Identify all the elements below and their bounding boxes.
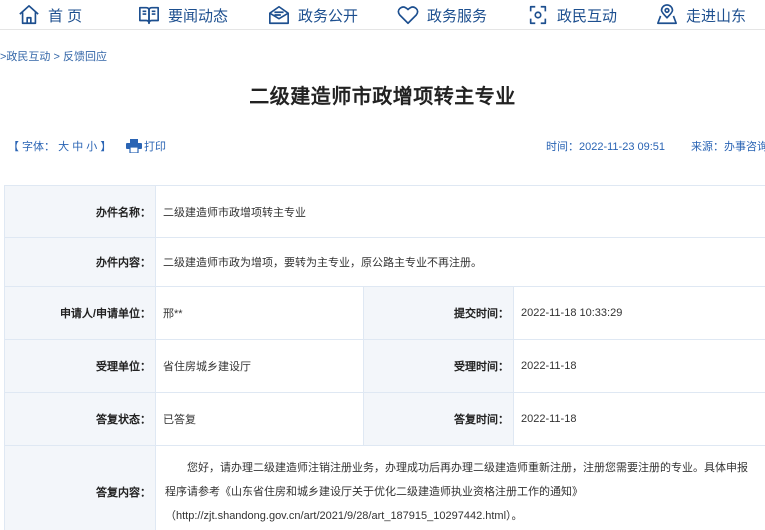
handling-unit-label: 受理单位： xyxy=(4,339,156,393)
time-label: 时间： xyxy=(546,141,579,153)
record-table: 办件名称： 二级建造师市政增项转主专业 办件内容： 二级建造师市政为增项，要转为… xyxy=(4,185,765,530)
reply-content-value: 您好，请办理二级建造师注销注册业务，办理成功后再办理二级建造师重新注册，注册您需… xyxy=(165,462,748,522)
mailbox-icon xyxy=(269,5,289,25)
top-navigation: 首 页 要闻动态 政务公开 政务服务 政民互动 走进山东 xyxy=(0,0,765,30)
heart-icon xyxy=(397,6,419,25)
font-size-small[interactable]: 小 xyxy=(86,141,97,153)
source-value: 办事咨询 xyxy=(724,141,765,153)
item-name-value: 二级建造师市政增项转主专业 xyxy=(154,185,765,238)
reply-time-value: 2022-11-18 xyxy=(512,392,765,446)
nav-item-gov-service[interactable]: 政务服务 xyxy=(397,0,487,30)
table-row: 答复内容： 您好，请办理二级建造师注销注册业务，办理成功后再办理二级建造师重新注… xyxy=(4,445,765,530)
reply-status-value: 已答复 xyxy=(155,392,364,446)
accept-time-label: 受理时间： xyxy=(363,339,514,393)
table-row: 办件内容： 二级建造师市政为增项，要转为主专业，原公路主专业不再注册。 xyxy=(4,237,765,287)
reply-time-label: 答复时间： xyxy=(363,392,514,446)
applicant-value: 邢** xyxy=(155,286,364,340)
print-button[interactable]: 打印 xyxy=(126,138,166,154)
reply-status-label: 答复状态： xyxy=(4,392,156,446)
source-label: 来源： xyxy=(691,141,724,153)
nav-label: 首 页 xyxy=(48,7,83,25)
nav-item-home[interactable]: 首 页 xyxy=(18,0,82,30)
table-row: 办件名称： 二级建造师市政增项转主专业 xyxy=(4,185,765,238)
nav-item-news[interactable]: 要闻动态 xyxy=(138,0,228,30)
font-size-large[interactable]: 大 xyxy=(58,141,69,153)
print-label: 打印 xyxy=(144,141,166,153)
location-map-icon xyxy=(657,4,677,25)
applicant-label: 申请人/申请单位： xyxy=(4,286,156,340)
news-book-icon xyxy=(139,6,159,25)
nav-label: 政民互动 xyxy=(557,7,618,25)
handling-unit-value: 省住房城乡建设厅 xyxy=(155,339,364,393)
content-label: 办件内容： xyxy=(4,237,156,287)
home-icon xyxy=(19,5,39,25)
nav-item-gov-info[interactable]: 政务公开 xyxy=(268,0,358,30)
publish-time: 时间：2022-11-23 09:51 xyxy=(546,138,665,154)
table-row: 答复状态： 已答复 答复时间： 2022-11-18 xyxy=(4,392,765,446)
font-size-label-end: 】 xyxy=(100,141,112,153)
item-name-label: 办件名称： xyxy=(4,185,156,238)
time-value: 2022-11-23 09:51 xyxy=(579,141,666,153)
printer-icon xyxy=(126,139,142,153)
nav-label: 政务公开 xyxy=(298,7,359,25)
nav-label: 要闻动态 xyxy=(168,7,229,25)
submit-time-label: 提交时间： xyxy=(363,286,514,340)
reply-content-label: 答复内容： xyxy=(4,445,156,530)
font-size-label: 【 字体： xyxy=(8,141,56,153)
reply-content-cell: 您好，请办理二级建造师注销注册业务，办理成功后再办理二级建造师重新注册，注册您需… xyxy=(154,445,765,530)
submit-time-value: 2022-11-18 10:33:29 xyxy=(512,286,765,340)
font-size-control: 【 字体： 大 中 小 】 xyxy=(8,138,111,154)
nav-label: 走进山东 xyxy=(686,7,747,25)
accept-time-value: 2022-11-18 xyxy=(512,339,765,393)
table-row: 受理单位： 省住房城乡建设厅 受理时间： 2022-11-18 xyxy=(4,339,765,393)
nav-label: 政务服务 xyxy=(427,7,488,25)
source: 来源：办事咨询 xyxy=(691,138,765,154)
content-value: 二级建造师市政为增项，要转为主专业，原公路主专业不再注册。 xyxy=(154,237,765,287)
breadcrumb[interactable]: >政民互动 > 反馈回应 xyxy=(0,48,107,64)
interaction-icon xyxy=(529,5,547,25)
table-row: 申请人/申请单位： 邢** 提交时间： 2022-11-18 10:33:29 xyxy=(4,286,765,340)
font-size-medium[interactable]: 中 xyxy=(72,141,83,153)
nav-item-about-shandong[interactable]: 走进山东 xyxy=(656,0,746,30)
nav-item-interaction[interactable]: 政民互动 xyxy=(527,0,617,30)
page-title: 二级建造师市政增项转主专业 xyxy=(249,86,516,108)
